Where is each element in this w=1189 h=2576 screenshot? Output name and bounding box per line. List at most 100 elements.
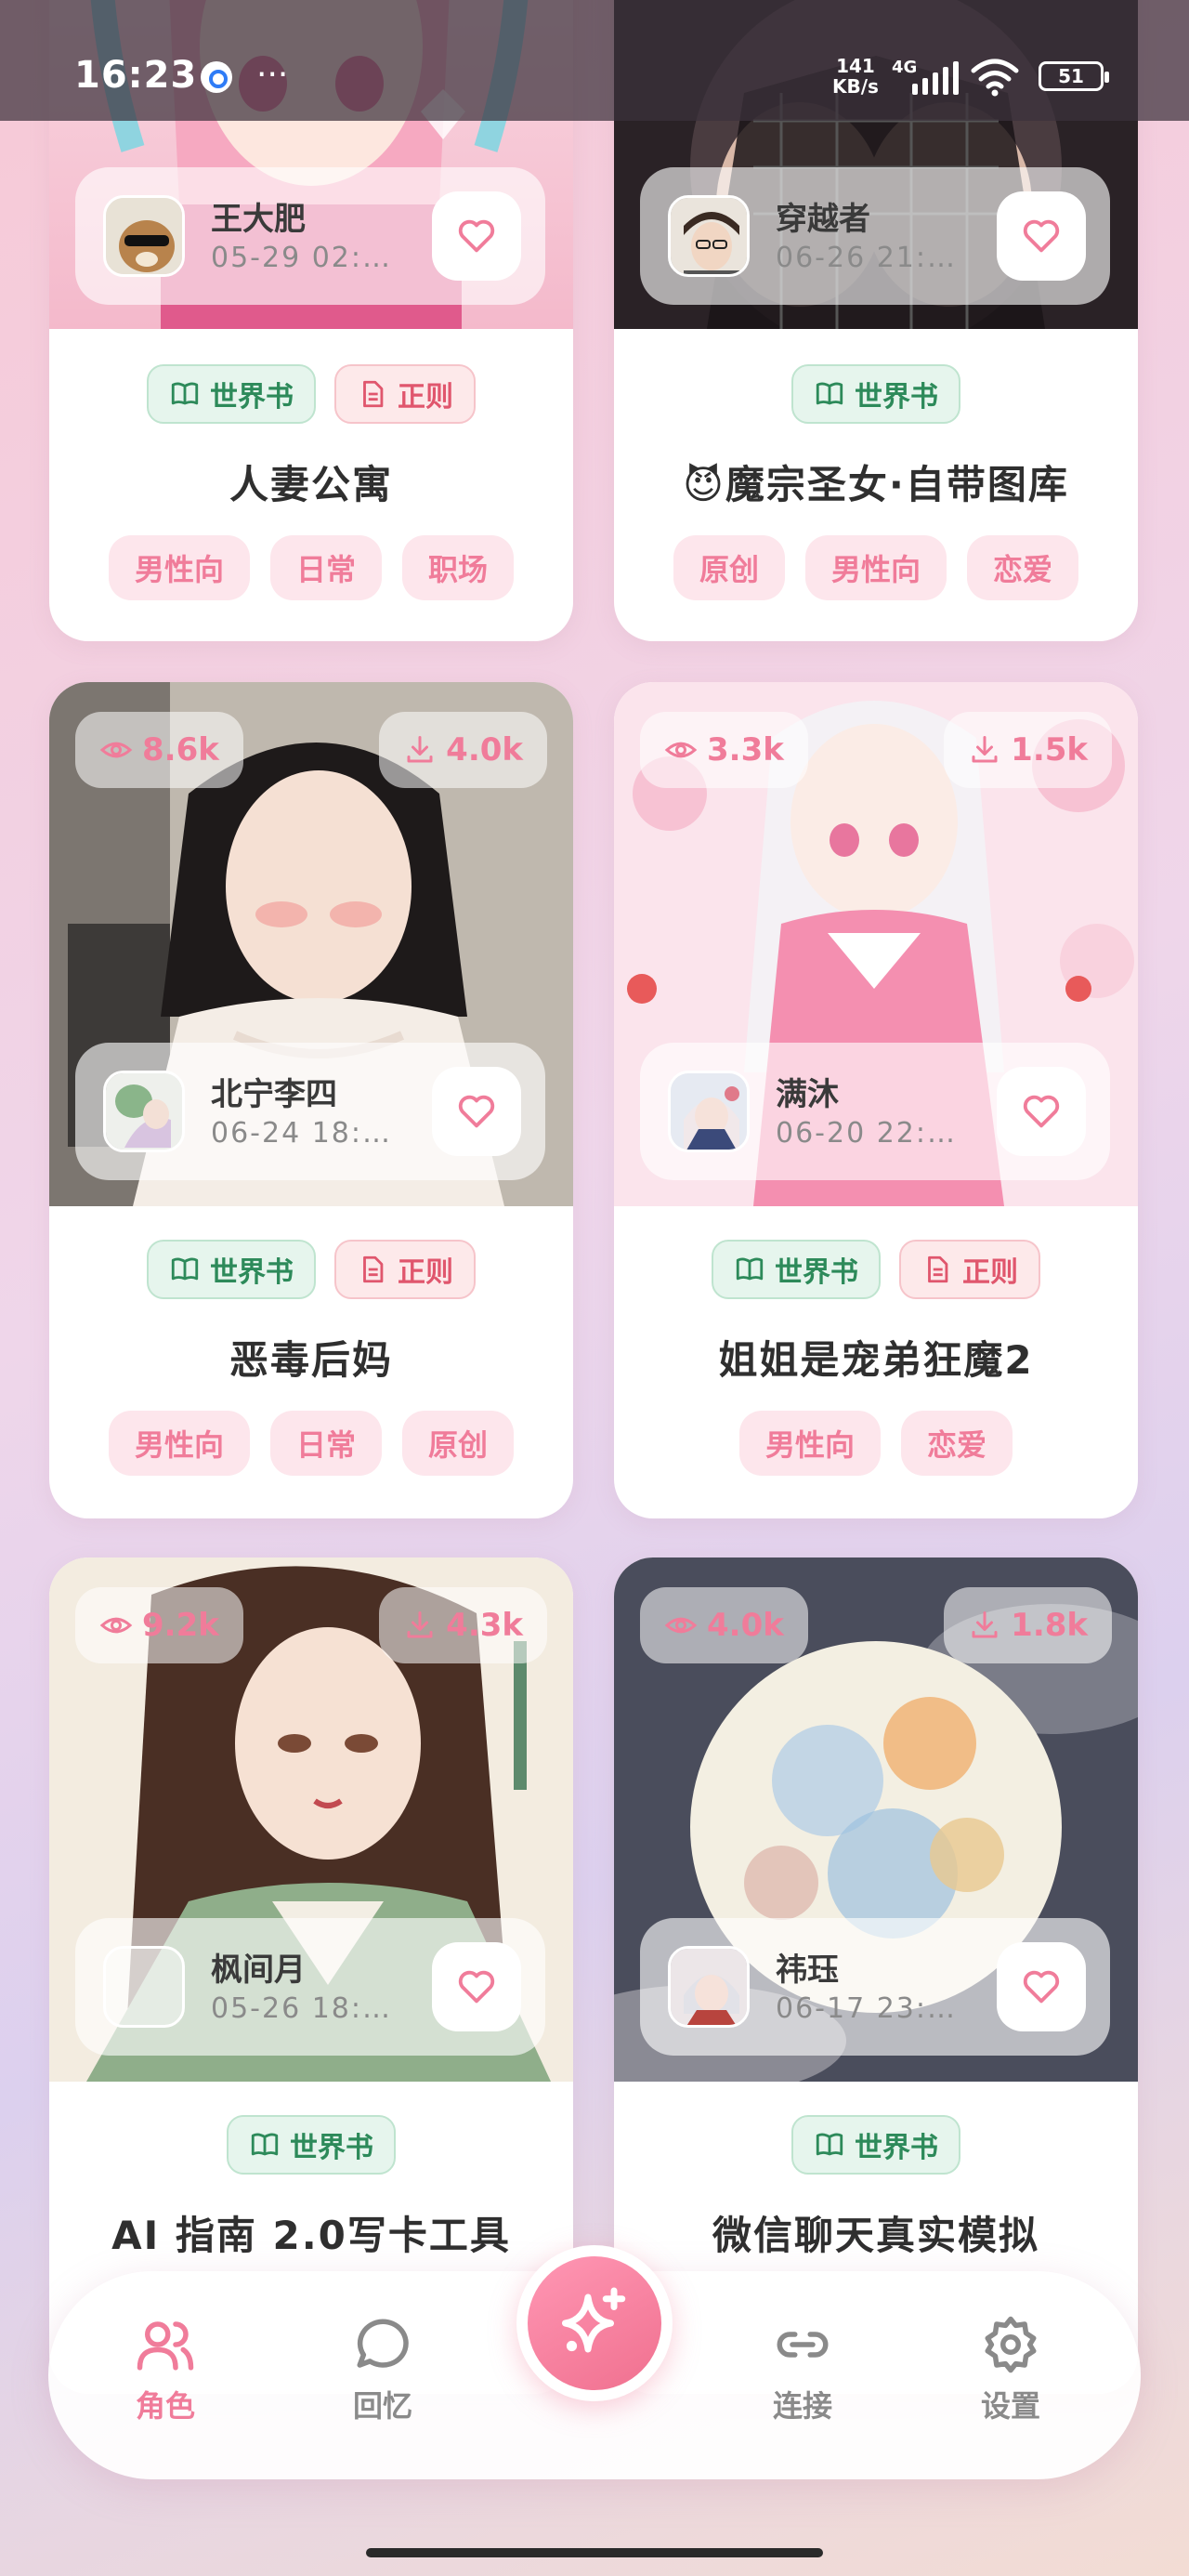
author-avatar <box>103 1946 185 2028</box>
eye-icon <box>664 742 698 758</box>
tag-row: 男性向 日常 原创 <box>49 1411 573 1476</box>
worldbook-badge: 世界书 <box>712 1240 881 1299</box>
download-count-value: 1.5k <box>1011 731 1088 769</box>
eye-icon <box>99 742 133 758</box>
author-avatar <box>668 1946 750 2028</box>
tag[interactable]: 恋爱 <box>967 535 1079 600</box>
tag[interactable]: 男性向 <box>804 535 947 600</box>
document-icon <box>363 380 384 408</box>
author-info[interactable]: 穿越者 06-26 21:… <box>640 167 1110 305</box>
nav-connect[interactable]: 连接 <box>738 2314 868 2425</box>
book-icon <box>171 382 199 405</box>
nav-connect-label: 连接 <box>772 2388 832 2424</box>
nav-memories[interactable]: 回忆 <box>318 2314 448 2425</box>
tag[interactable]: 男性向 <box>738 1411 881 1476</box>
gear-icon <box>985 2316 1037 2373</box>
view-count: 3.3k <box>640 712 808 788</box>
tag[interactable]: 男性向 <box>108 1411 250 1476</box>
tag[interactable]: 日常 <box>269 1411 382 1476</box>
view-count-value: 3.3k <box>707 731 784 769</box>
author-info[interactable]: 祎珏 06-17 23:… <box>640 1918 1110 2056</box>
tag[interactable]: 男性向 <box>108 535 250 600</box>
network-speed: 141 KB/s <box>832 56 879 97</box>
favorite-button[interactable] <box>997 1942 1086 2031</box>
book-icon <box>816 2133 843 2156</box>
users-icon <box>137 2321 194 2371</box>
download-count-value: 1.8k <box>1011 1607 1088 1644</box>
heart-icon <box>1023 219 1060 253</box>
regex-badge: 正则 <box>334 364 476 424</box>
card-title: AI 指南 2.0写卡工具 <box>111 2213 511 2258</box>
post-date: 06-26 21:… <box>776 242 957 274</box>
character-card[interactable]: 8.6k 4.0k 北宁李四 06-24 18:… 世界书 正则 恶毒后妈 男性… <box>49 682 573 1518</box>
tag[interactable]: 职场 <box>402 535 515 600</box>
character-card[interactable]: 9.2k 4.3k 枫间月 05-26 18:… 世界书 AI 指南 2.0写卡… <box>49 1557 573 2394</box>
tag[interactable]: 原创 <box>673 535 785 600</box>
view-count-value: 9.2k <box>142 1607 219 1644</box>
author-info[interactable]: 北宁李四 06-24 18:… <box>75 1043 545 1180</box>
download-count: 1.8k <box>944 1587 1112 1663</box>
nav-settings-label: 设置 <box>980 2388 1040 2424</box>
regex-label: 正则 <box>398 381 453 414</box>
author-info[interactable]: 枫间月 05-26 18:… <box>75 1918 545 2056</box>
author-name: 满沐 <box>776 1076 839 1113</box>
network-speed-value: 141 <box>836 55 875 77</box>
regex-badge: 正则 <box>899 1240 1040 1299</box>
card-title: 姐姐是宠弟狂魔2 <box>718 1337 1034 1383</box>
nav-settings[interactable]: 设置 <box>946 2314 1076 2425</box>
home-indicator[interactable] <box>366 2548 823 2557</box>
author-info[interactable]: 王大肥 05-29 02:… <box>75 167 545 305</box>
worldbook-badge: 世界书 <box>791 364 960 424</box>
download-icon <box>407 1611 433 1638</box>
character-card[interactable]: 4.0k 1.8k 祎珏 06-17 23:… 世界书 微信聊天真实模拟 <box>614 1557 1138 2394</box>
link-icon <box>777 2332 829 2358</box>
favorite-button[interactable] <box>432 1067 521 1156</box>
worldbook-badge: 世界书 <box>791 2115 960 2175</box>
tag-row: 原创 男性向 恋爱 <box>614 535 1138 600</box>
tag-row: 男性向 恋爱 <box>614 1411 1138 1476</box>
sparkle-icon <box>562 2287 626 2353</box>
post-date: 06-20 22:… <box>776 1117 957 1150</box>
download-icon <box>972 1611 998 1638</box>
tag[interactable]: 恋爱 <box>901 1411 1013 1476</box>
character-card[interactable]: 3.3k 1.5k 满沐 06-20 22:… 世界书 正则 姐姐是宠弟狂魔2 … <box>614 682 1138 1518</box>
heart-icon <box>458 1970 495 2004</box>
status-bar: 16:23 ··· 141 KB/s 4G 51 <box>0 0 1189 121</box>
favorite-button[interactable] <box>997 191 1086 281</box>
author-avatar <box>668 195 750 277</box>
create-button[interactable] <box>516 2245 673 2401</box>
view-count-value: 8.6k <box>142 731 219 769</box>
worldbook-label: 世界书 <box>775 1256 858 1289</box>
tag-row: 男性向 日常 职场 <box>49 535 573 600</box>
card-title: 微信聊天真实模拟 <box>712 2213 1039 2258</box>
status-time: 16:23 <box>74 54 198 97</box>
nav-characters[interactable]: 角色 <box>100 2314 230 2425</box>
author-name: 穿越者 <box>776 201 870 238</box>
network-speed-unit: KB/s <box>832 75 879 98</box>
worldbook-label: 世界书 <box>210 1256 294 1289</box>
heart-icon <box>1023 1970 1060 2004</box>
view-count-value: 4.0k <box>707 1607 784 1644</box>
favorite-button[interactable] <box>432 1942 521 2031</box>
tag[interactable]: 原创 <box>402 1411 515 1476</box>
author-name: 北宁李四 <box>211 1076 337 1113</box>
author-info[interactable]: 满沐 06-20 22:… <box>640 1043 1110 1180</box>
tag[interactable]: 日常 <box>269 535 382 600</box>
card-title: 人妻公寓 <box>229 462 393 507</box>
post-date: 06-24 18:… <box>211 1117 392 1150</box>
favorite-button[interactable] <box>997 1067 1086 1156</box>
eye-icon <box>664 1617 698 1634</box>
badge-row: 世界书 <box>49 2115 573 2175</box>
card-title: 😈魔宗圣女·自带图库 <box>683 462 1069 507</box>
book-icon <box>171 1257 199 1281</box>
download-icon <box>972 736 998 763</box>
favorite-button[interactable] <box>432 191 521 281</box>
download-count: 4.0k <box>379 712 547 788</box>
download-count-value: 4.3k <box>446 1607 523 1644</box>
document-icon <box>363 1255 384 1283</box>
post-date: 06-17 23:… <box>776 1992 957 2025</box>
more-notifications-icon: ··· <box>256 56 289 94</box>
heart-icon <box>458 219 495 253</box>
download-count: 1.5k <box>944 712 1112 788</box>
view-count: 4.0k <box>640 1587 808 1663</box>
